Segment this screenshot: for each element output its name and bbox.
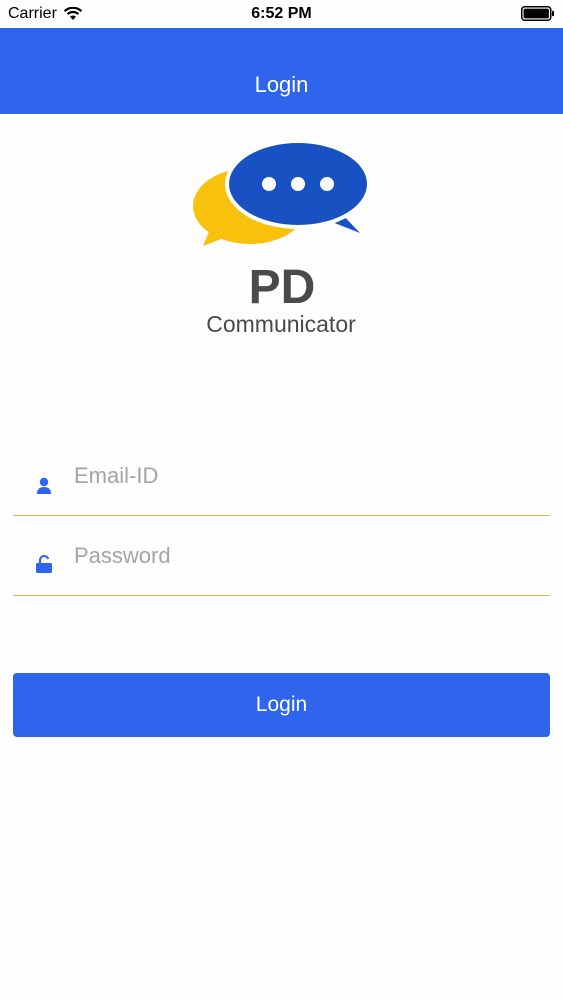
app-logo: PD Communicator [193, 139, 371, 336]
password-field [13, 536, 550, 596]
status-bar: Carrier 6:52 PM [0, 0, 563, 28]
unlock-icon [36, 554, 52, 573]
password-input[interactable] [74, 536, 534, 576]
nav-title: Login [254, 72, 309, 97]
navigation-bar: Login [0, 28, 563, 114]
battery-icon [521, 6, 554, 21]
email-input[interactable] [74, 456, 534, 496]
email-field [13, 456, 550, 516]
login-button[interactable]: Login [13, 673, 550, 737]
status-time: 6:52 PM [251, 5, 312, 22]
chat-bubbles-logo [193, 139, 371, 246]
logo-title: PD [249, 261, 316, 314]
user-icon [37, 477, 51, 494]
logo-subtitle: Communicator [206, 311, 356, 336]
